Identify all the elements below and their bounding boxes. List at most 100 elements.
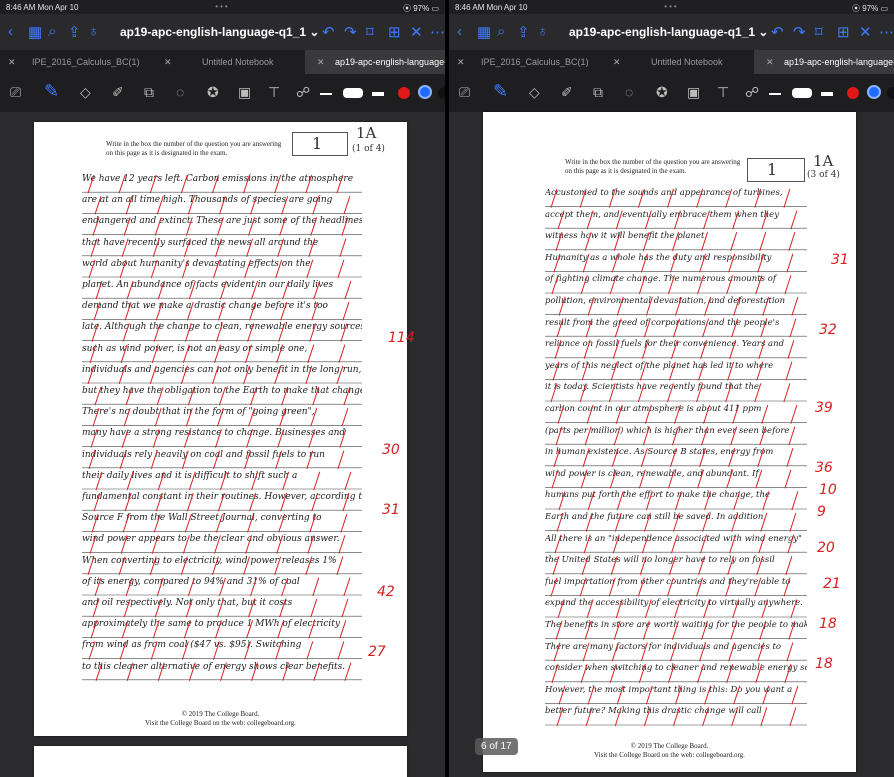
undo-icon[interactable]: ↶ [322, 23, 335, 41]
footer-copyright: © 2019 The College Board. [630, 742, 709, 750]
tab-close-icon[interactable]: ✕ [457, 57, 465, 68]
pen-icon[interactable]: ✎ [44, 81, 59, 102]
red-slash-mark [667, 469, 675, 489]
share-icon[interactable]: ⇪ [517, 23, 530, 41]
tab-english-language[interactable]: ✕ ap19-apc-english-language-... [305, 50, 445, 74]
highlighter-icon[interactable]: ✐ [112, 84, 124, 101]
red-slash-mark [213, 344, 221, 363]
lasso-text-icon[interactable]: ⎚ [10, 84, 21, 101]
tab-calculus[interactable]: ✕ IPE_2016_Calculus_BC(1) [0, 50, 150, 74]
star-icon[interactable]: ✪ [207, 84, 219, 101]
mic-icon[interactable]: ♁ [88, 23, 99, 40]
redo-icon[interactable]: ↷ [793, 23, 806, 41]
link-icon[interactable]: ☍ [296, 84, 310, 101]
red-slash-mark [608, 188, 616, 208]
star-icon[interactable]: ✪ [656, 84, 668, 101]
color-red-swatch[interactable] [398, 87, 410, 99]
close-icon[interactable]: ✕ [410, 23, 423, 41]
red-slash-mark [702, 512, 710, 532]
color-black-swatch[interactable] [438, 87, 445, 99]
tab-close-icon[interactable]: ✕ [766, 57, 774, 68]
tab-calculus[interactable]: ✕ IPE_2016_Calculus_BC(1) [449, 50, 599, 74]
image-icon[interactable]: ▣ [687, 84, 700, 101]
red-slash-mark [699, 642, 707, 662]
red-slash-mark [93, 492, 101, 512]
grid-icon[interactable]: ▦ [28, 23, 42, 41]
red-slash-mark [672, 318, 680, 338]
red-slash-mark [119, 450, 127, 469]
color-blue-swatch[interactable] [418, 85, 432, 99]
tab-close-icon[interactable]: ✕ [164, 57, 172, 68]
pen-icon[interactable]: ✎ [493, 81, 508, 102]
color-red-swatch[interactable] [847, 87, 859, 99]
left-split-pane: 8:46 AM Mon Apr 10 ••• ⦿ 97% ▭ ‹ ▦ ⌕ ⇪ ♁… [0, 0, 445, 777]
color-black-swatch[interactable] [887, 87, 894, 99]
share-icon[interactable]: ⇪ [68, 23, 81, 41]
red-slash-mark [250, 577, 258, 597]
red-slash-mark [313, 471, 321, 491]
tab-close-icon[interactable]: ✕ [8, 57, 16, 68]
search-icon[interactable]: ⌕ [497, 23, 505, 40]
red-slash-mark [308, 238, 316, 257]
more-icon[interactable]: ⋯ [430, 23, 445, 41]
red-slash-mark [282, 471, 290, 491]
eraser-icon[interactable]: ◇ [80, 84, 91, 101]
chevron-left-icon[interactable]: ‹ [457, 23, 462, 40]
medium-stroke-option[interactable] [792, 88, 812, 98]
lasso-icon[interactable]: ◌ [176, 84, 184, 100]
image-icon[interactable]: ▣ [238, 84, 251, 101]
chevron-left-icon[interactable]: ‹ [8, 23, 13, 40]
document-nav-bar: ‹ ▦ ⌕ ⇪ ♁ ap19-apc-english-language-q1_1… [0, 14, 445, 50]
document-title[interactable]: ap19-apc-english-language-q1_1 ⌄ [569, 25, 768, 39]
add-page-icon[interactable]: ⊞ [837, 23, 850, 41]
link-icon[interactable]: ☍ [745, 84, 759, 101]
undo-icon[interactable]: ↶ [771, 23, 784, 41]
thick-stroke-option[interactable] [821, 92, 833, 96]
more-icon[interactable]: ⋯ [879, 23, 894, 41]
red-slash-mark [306, 641, 314, 660]
red-slash-mark [550, 383, 558, 403]
grid-icon[interactable]: ▦ [477, 23, 491, 41]
tab-close-icon[interactable]: ✕ [317, 57, 325, 68]
mic-icon[interactable]: ♁ [537, 23, 548, 40]
red-slash-mark [245, 344, 253, 363]
red-slash-mark [550, 577, 558, 597]
tab-untitled-notebook[interactable]: ✕ Untitled Notebook [150, 50, 305, 74]
thin-stroke-option[interactable] [320, 93, 332, 95]
add-page-icon[interactable]: ⊞ [388, 23, 401, 41]
thin-stroke-option[interactable] [769, 93, 781, 95]
multitask-dots[interactable]: ••• [215, 2, 229, 11]
red-slash-mark [788, 232, 796, 251]
highlighter-icon[interactable]: ✐ [561, 84, 573, 101]
redo-icon[interactable]: ↷ [344, 23, 357, 41]
lasso-icon[interactable]: ◌ [625, 84, 633, 100]
medium-stroke-option[interactable] [343, 88, 363, 98]
score-annotation: 10 [819, 482, 837, 498]
multitask-dots[interactable]: ••• [664, 2, 678, 11]
eraser-icon[interactable]: ◇ [529, 84, 540, 101]
red-slash-mark [124, 492, 132, 512]
red-slash-mark [340, 323, 348, 342]
lasso-text-icon[interactable]: ⎚ [459, 84, 470, 101]
red-slash-mark [305, 365, 313, 385]
red-slash-mark [637, 383, 645, 403]
shapes-icon[interactable]: ⧉ [144, 84, 154, 101]
color-blue-swatch[interactable] [867, 85, 881, 99]
red-slash-mark [157, 662, 165, 681]
tab-english-language[interactable]: ✕ ap19-apc-english-language-... [754, 50, 894, 74]
thick-stroke-option[interactable] [372, 92, 384, 96]
document-title[interactable]: ap19-apc-english-language-q1_1 ⌄ [120, 25, 319, 39]
red-slash-mark [642, 620, 650, 640]
tab-untitled-notebook[interactable]: ✕ Untitled Notebook [599, 50, 754, 74]
close-icon[interactable]: ✕ [859, 23, 872, 41]
tab-close-icon[interactable]: ✕ [613, 57, 621, 68]
shapes-icon[interactable]: ⧉ [593, 84, 603, 101]
bookmark-icon[interactable]: ⌑ [815, 23, 823, 41]
red-slash-mark [672, 512, 680, 532]
bookmark-icon[interactable]: ⌑ [366, 23, 374, 41]
score-annotation: 31 [831, 252, 849, 268]
red-slash-mark [338, 535, 346, 554]
textbox-icon[interactable]: ⊤ [268, 84, 280, 101]
textbox-icon[interactable]: ⊤ [717, 84, 729, 101]
search-icon[interactable]: ⌕ [48, 23, 56, 40]
